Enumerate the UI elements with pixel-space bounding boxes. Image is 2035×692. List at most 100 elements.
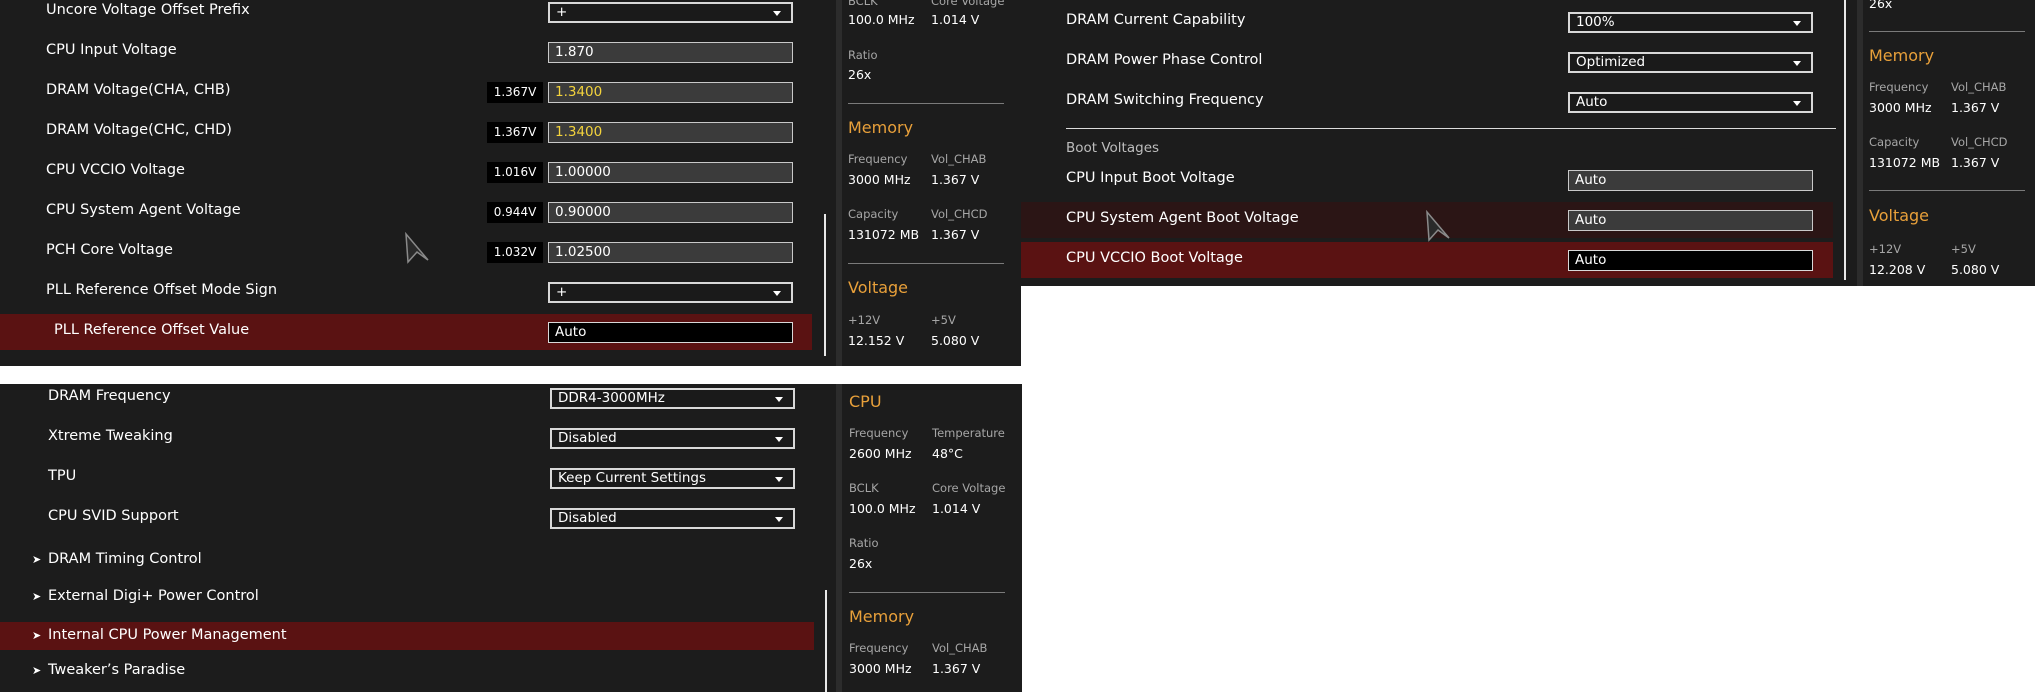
vol-chab-label: Vol_CHAB <box>932 641 988 655</box>
setting-row-cpu-svid-support[interactable]: CPU SVID Support Disabled <box>0 500 812 536</box>
setting-row-dram-voltage-chcd[interactable]: DRAM Voltage(CHC, CHD) 1.367V 1.3400 <box>0 114 812 150</box>
setting-row-cpu-vccio-boot-voltage[interactable]: CPU VCCIO Boot Voltage Auto <box>1021 242 1833 278</box>
pch-core-voltage-field[interactable]: 1.02500 <box>548 242 793 263</box>
scrollbar[interactable] <box>1844 0 1846 280</box>
setting-row-dram-frequency[interactable]: DRAM Frequency DDR4-3000MHz <box>0 384 812 416</box>
core-voltage-label: Core Voltage <box>932 481 1006 495</box>
current-voltage-badge: 0.944V <box>487 202 543 223</box>
setting-row-cpu-input-boot-voltage[interactable]: CPU Input Boot Voltage Auto <box>1021 162 1833 198</box>
current-voltage-badge: 1.032V <box>487 242 543 263</box>
dropdown-value: Keep Current Settings <box>558 470 707 486</box>
setting-row-cpu-vccio-voltage[interactable]: CPU VCCIO Voltage 1.016V 1.00000 <box>0 154 812 190</box>
mem-frequency-value: 3000 MHz <box>849 661 912 676</box>
setting-row-pll-offset-mode-sign[interactable]: PLL Reference Offset Mode Sign + <box>0 274 812 310</box>
setting-label: CPU VCCIO Voltage <box>46 162 185 178</box>
pll-offset-value-field[interactable]: Auto <box>548 322 793 343</box>
frequency-value: 3000 MHz <box>1869 100 1932 115</box>
setting-row-cpu-system-agent-voltage[interactable]: CPU System Agent Voltage 0.944V 0.90000 <box>0 194 812 230</box>
setting-row-dram-power-phase-control[interactable]: DRAM Power Phase Control Optimized <box>1021 44 1833 80</box>
hardware-monitor-panel: CPU Frequency Temperature 2600 MHz 48°C … <box>842 384 1022 692</box>
mem-frequency-label: Frequency <box>849 641 909 655</box>
field-value: 1.3400 <box>555 124 603 140</box>
field-value: 1.00000 <box>555 164 611 180</box>
dropdown-caret-icon <box>1793 61 1801 66</box>
dropdown-caret-icon <box>1793 101 1801 106</box>
section-divider <box>1869 31 2025 32</box>
vol-chab-value: 1.367 V <box>931 172 980 187</box>
dram-voltage-chab-field[interactable]: 1.3400 <box>548 82 793 103</box>
v12-label: +12V <box>848 313 881 327</box>
cpu-input-boot-voltage-field[interactable]: Auto <box>1568 170 1813 191</box>
field-value: Auto <box>1575 172 1607 188</box>
setting-label: DRAM Power Phase Control <box>1066 52 1263 68</box>
section-divider <box>848 263 1004 264</box>
uncore-offset-prefix-dropdown[interactable]: + <box>548 2 793 23</box>
setting-label: CPU SVID Support <box>48 508 179 524</box>
dropdown-caret-icon <box>1793 21 1801 26</box>
dropdown-caret-icon <box>773 11 781 16</box>
top-right-screenshot: DRAM Current Capability 100% DRAM Power … <box>1021 0 2035 286</box>
setting-row-dram-switching-frequency[interactable]: DRAM Switching Frequency Auto <box>1021 84 1833 120</box>
hardware-monitor-panel: 26x Memory Frequency Vol_CHAB 3000 MHz 1… <box>1863 0 2035 286</box>
dram-frequency-dropdown[interactable]: DDR4-3000MHz <box>550 388 795 409</box>
setting-row-dram-voltage-chab[interactable]: DRAM Voltage(CHA, CHB) 1.367V 1.3400 <box>0 74 812 110</box>
capacity-value: 131072 MB <box>1869 155 1941 170</box>
cpu-vccio-boot-voltage-field[interactable]: Auto <box>1568 250 1813 271</box>
vol-chab-value: 1.367 V <box>932 661 981 676</box>
top-left-screenshot: Uncore Voltage Offset Prefix + CPU Input… <box>0 0 1021 366</box>
field-value: Auto <box>555 324 587 340</box>
setting-label: PLL Reference Offset Value <box>54 322 250 338</box>
v12-value: 12.152 V <box>848 333 905 348</box>
core-voltage-value: 1.014 V <box>932 501 981 516</box>
field-value: 0.90000 <box>555 204 611 220</box>
scrollbar[interactable] <box>824 214 826 356</box>
field-value: Auto <box>1575 212 1607 228</box>
setting-row-pll-offset-value[interactable]: PLL Reference Offset Value Auto <box>0 314 812 350</box>
dram-power-phase-control-dropdown[interactable]: Optimized <box>1568 52 1813 73</box>
cpu-system-agent-boot-voltage-field[interactable]: Auto <box>1568 210 1813 231</box>
memory-heading: Memory <box>849 607 915 626</box>
cpu-heading: CPU <box>849 392 882 411</box>
bclk-value: 100.0 MHz <box>848 12 915 27</box>
bclk-label: BCLK <box>848 0 878 8</box>
vol-chab-label: Vol_CHAB <box>931 152 987 166</box>
dram-current-capability-dropdown[interactable]: 100% <box>1568 12 1813 33</box>
mouse-pointer-icon <box>1426 210 1450 242</box>
setting-row-uncore-offset-prefix[interactable]: Uncore Voltage Offset Prefix + <box>0 0 812 30</box>
v5-label: +5V <box>1951 242 1976 256</box>
cpu-vccio-voltage-field[interactable]: 1.00000 <box>548 162 793 183</box>
field-value: 1.02500 <box>555 244 611 260</box>
submenu-external-digi-power-control[interactable]: ➤ External Digi+ Power Control <box>0 582 814 612</box>
field-value: 1.870 <box>555 44 594 60</box>
scrollbar[interactable] <box>825 590 827 692</box>
dropdown-value: DDR4-3000MHz <box>558 390 665 406</box>
cpu-input-voltage-field[interactable]: 1.870 <box>548 42 793 63</box>
v5-value: 5.080 V <box>931 333 980 348</box>
tpu-dropdown[interactable]: Keep Current Settings <box>550 468 795 489</box>
dropdown-caret-icon <box>773 291 781 296</box>
submenu-tweakers-paradise[interactable]: ➤ Tweaker’s Paradise <box>0 656 814 686</box>
section-divider <box>849 592 1005 593</box>
setting-row-tpu[interactable]: TPU Keep Current Settings <box>0 460 812 496</box>
dram-switching-frequency-dropdown[interactable]: Auto <box>1568 92 1813 113</box>
dropdown-value: + <box>556 4 568 20</box>
submenu-label: External Digi+ Power Control <box>48 588 259 604</box>
submenu-internal-cpu-power-management[interactable]: ➤ Internal CPU Power Management <box>0 622 814 650</box>
submenu-chevron-icon: ➤ <box>32 629 42 642</box>
dram-voltage-chcd-field[interactable]: 1.3400 <box>548 122 793 143</box>
setting-row-cpu-input-voltage[interactable]: CPU Input Voltage 1.870 <box>0 34 812 70</box>
submenu-dram-timing-control[interactable]: ➤ DRAM Timing Control <box>0 545 814 575</box>
setting-row-xtreme-tweaking[interactable]: Xtreme Tweaking Disabled <box>0 420 812 456</box>
setting-row-dram-current-capability[interactable]: DRAM Current Capability 100% <box>1021 4 1833 40</box>
frequency-label: Frequency <box>1869 80 1929 94</box>
bclk-value: 100.0 MHz <box>849 501 916 516</box>
pll-offset-mode-sign-dropdown[interactable]: + <box>548 282 793 303</box>
ratio-label: Ratio <box>848 48 878 62</box>
setting-label: CPU Input Voltage <box>46 42 177 58</box>
section-divider <box>1869 190 2025 191</box>
cpu-system-agent-voltage-field[interactable]: 0.90000 <box>548 202 793 223</box>
xtreme-tweaking-dropdown[interactable]: Disabled <box>550 428 795 449</box>
field-value: 1.3400 <box>555 84 603 100</box>
dropdown-value: 100% <box>1576 14 1615 30</box>
cpu-svid-support-dropdown[interactable]: Disabled <box>550 508 795 529</box>
